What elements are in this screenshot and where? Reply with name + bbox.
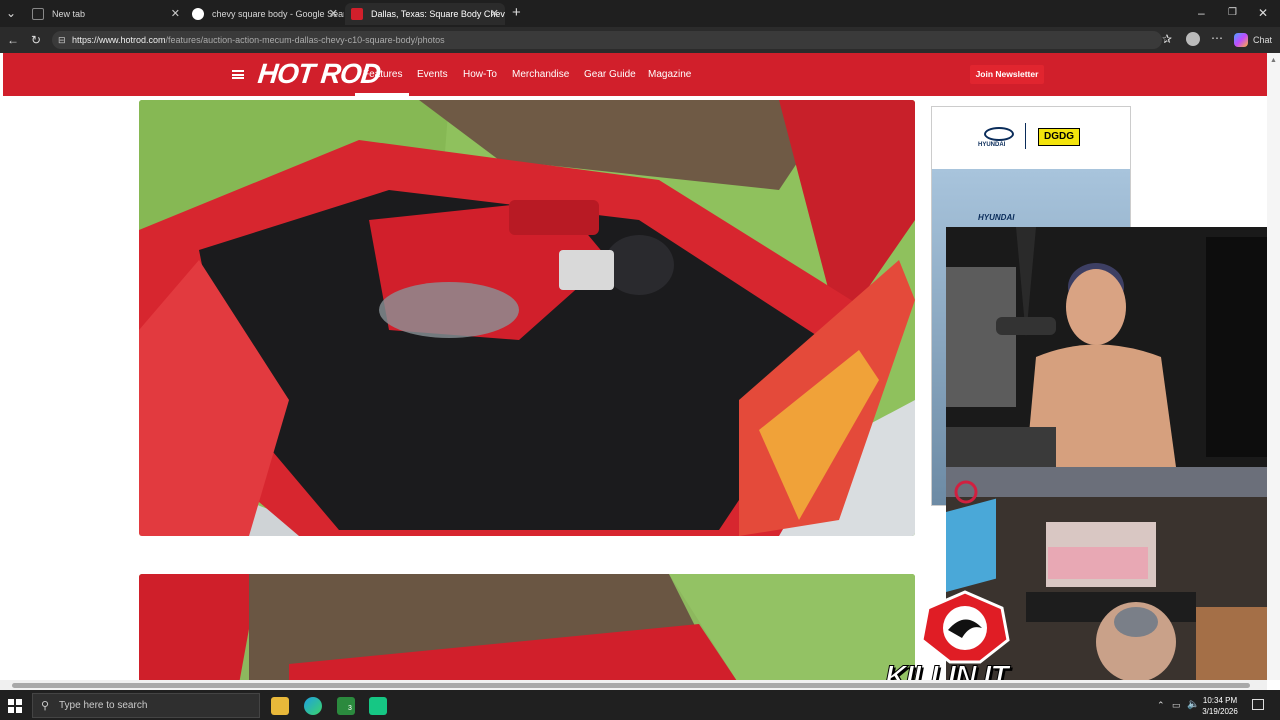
clock-date: 3/19/2026 bbox=[1202, 707, 1238, 716]
ad-divider bbox=[1025, 123, 1026, 149]
new-tab-icon[interactable]: + bbox=[512, 5, 521, 20]
close-icon[interactable]: ✕ bbox=[171, 7, 180, 20]
horizontal-scrollbar-thumb[interactable] bbox=[12, 683, 1250, 688]
restore-icon[interactable]: ❐ bbox=[1228, 6, 1237, 20]
close-icon[interactable]: ✕ bbox=[329, 7, 338, 20]
tray-chevron-icon[interactable]: ⌃ bbox=[1157, 700, 1165, 711]
more-icon[interactable]: ⋯ bbox=[1211, 31, 1223, 45]
gallery-photo[interactable] bbox=[139, 574, 915, 684]
copilot-icon[interactable] bbox=[1234, 33, 1248, 47]
nav-gear-guide[interactable]: Gear Guide bbox=[584, 69, 636, 80]
webcam-face bbox=[946, 227, 1280, 467]
hyundai-wordmark: HYUNDAI bbox=[978, 142, 1006, 148]
url-host: https://www.hotrod.com bbox=[72, 35, 166, 45]
engine-bay-image bbox=[139, 100, 915, 536]
chat-button[interactable]: Chat bbox=[1253, 35, 1272, 45]
tab-title: New tab bbox=[52, 9, 86, 19]
minimize-icon[interactable]: – bbox=[1198, 6, 1205, 20]
url-path: /features/auction-action-mecum-dallas-ch… bbox=[165, 35, 445, 45]
nav-how-to[interactable]: How-To bbox=[463, 69, 497, 80]
search-placeholder: Type here to search bbox=[59, 700, 148, 711]
scroll-up-icon[interactable]: ▲ bbox=[1270, 57, 1277, 64]
window-close-icon[interactable]: ✕ bbox=[1258, 6, 1268, 20]
back-icon[interactable]: ← bbox=[7, 33, 19, 47]
network-icon[interactable]: ▭ bbox=[1172, 700, 1181, 711]
ad-headline: HYUNDAI bbox=[978, 213, 1015, 222]
address-bar[interactable]: ⊟ https://www.hotrod.com/features/auctio… bbox=[52, 31, 1162, 49]
hotrod-icon bbox=[351, 8, 363, 20]
tab-strip: ⌄ New tab ✕ chevy square body - Google S… bbox=[0, 0, 1280, 27]
refresh-icon[interactable]: ↻ bbox=[31, 33, 41, 47]
engine-bay-image bbox=[139, 574, 915, 684]
vertical-scrollbar[interactable]: ▲ bbox=[1267, 53, 1280, 680]
dgdg-logo: DGDG bbox=[1038, 128, 1080, 146]
taskbar-search-input[interactable]: ⚲ Type here to search bbox=[32, 693, 260, 718]
xbox-badge: 3 bbox=[348, 705, 352, 712]
crow-badge-icon bbox=[920, 590, 1010, 664]
tab-google-search[interactable]: chevy square body - Google Search ✕ bbox=[186, 3, 344, 25]
menu-icon[interactable] bbox=[232, 70, 244, 79]
favorites-icon[interactable]: ✰ bbox=[1162, 32, 1172, 46]
page-icon bbox=[32, 8, 44, 20]
taskbar-clock[interactable]: 10:34 PM 3/19/2026 bbox=[1195, 695, 1245, 717]
windows-start-icon[interactable] bbox=[8, 699, 22, 713]
notifications-icon[interactable] bbox=[1252, 699, 1264, 710]
nav-merchandise[interactable]: Merchandise bbox=[512, 69, 569, 80]
nav-events[interactable]: Events bbox=[417, 69, 448, 80]
search-icon: ⚲ bbox=[41, 700, 50, 712]
profile-avatar[interactable] bbox=[1186, 32, 1200, 46]
file-explorer-icon[interactable] bbox=[271, 697, 289, 715]
close-icon[interactable]: ✕ bbox=[490, 7, 499, 20]
streamer-camera-image bbox=[946, 227, 1280, 467]
gallery-photo[interactable] bbox=[139, 100, 915, 536]
ad-header: HYUNDAI DGDG bbox=[932, 107, 1130, 169]
tab-new-tab[interactable]: New tab ✕ bbox=[26, 3, 186, 25]
tab-title: chevy square body - Google Search bbox=[212, 9, 344, 19]
nav-magazine[interactable]: Magazine bbox=[648, 69, 691, 80]
google-icon bbox=[192, 8, 204, 20]
tab-title: Dallas, Texas: Square Body Chevy C bbox=[371, 9, 505, 19]
join-newsletter-button[interactable]: Join Newsletter bbox=[970, 65, 1044, 84]
hyundai-logo-icon bbox=[984, 127, 1014, 141]
site-info-icon[interactable]: ⊟ bbox=[58, 31, 66, 49]
tab-hotrod[interactable]: Dallas, Texas: Square Body Chevy C ✕ bbox=[345, 3, 505, 25]
nav-features[interactable]: Features bbox=[363, 69, 402, 80]
clock-time: 10:34 PM bbox=[1202, 696, 1238, 705]
killin-it-emblem bbox=[920, 590, 1010, 664]
edge-browser-icon[interactable] bbox=[304, 697, 322, 715]
streaming-app-icon[interactable] bbox=[369, 697, 387, 715]
xbox-icon[interactable]: 3 bbox=[337, 697, 355, 715]
tab-actions-icon[interactable]: ⌄ bbox=[6, 6, 16, 20]
